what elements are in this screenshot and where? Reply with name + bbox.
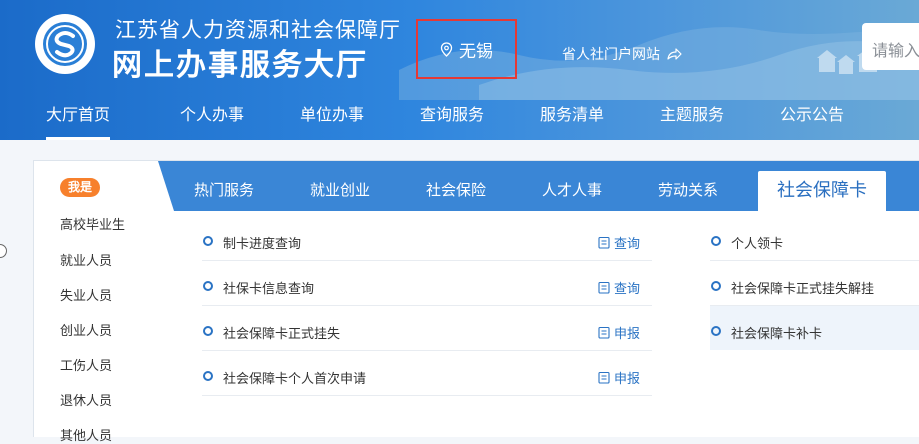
sidebar-item-others[interactable]: 其他人员 <box>60 425 112 444</box>
location-label: 无锡 <box>459 41 493 62</box>
form-icon <box>598 236 610 249</box>
nav-item-notice[interactable]: 公示公告 <box>780 95 844 140</box>
bullet-icon <box>203 281 213 291</box>
form-icon <box>598 281 610 294</box>
i-am-badge: 我是 <box>60 178 100 197</box>
query-action-label: 查询 <box>614 237 641 252</box>
sidebar-item-employed[interactable]: 就业人员 <box>60 250 112 269</box>
query-action-label: 查询 <box>614 282 641 297</box>
apply-action-1[interactable]: 申报 <box>598 323 640 342</box>
user-type-sidebar: 我是 高校毕业生 就业人员 失业人员 创业人员 工伤人员 退休人员 其他人员 <box>34 161 158 444</box>
apply-action-label: 申报 <box>614 372 641 387</box>
tab-employment[interactable]: 就业创业 <box>310 179 370 200</box>
tab-social-security-card[interactable]: 社会保障卡 <box>758 171 886 212</box>
service-card-cancel-loss[interactable]: 社会保障卡正式挂失解挂 <box>731 278 874 297</box>
row-divider <box>202 395 652 396</box>
query-action-1[interactable]: 查询 <box>598 233 640 252</box>
service-panel: 我是 高校毕业生 就业人员 失业人员 创业人员 工伤人员 退休人员 其他人员 热… <box>33 160 919 444</box>
bullet-icon <box>203 236 213 246</box>
row-divider <box>202 260 652 261</box>
service-card-progress-query[interactable]: 制卡进度查询 <box>223 233 301 252</box>
service-card-info-query[interactable]: 社保卡信息查询 <box>223 278 314 297</box>
row-divider <box>202 305 652 306</box>
social-security-logo-icon <box>46 25 84 63</box>
edge-handle-icon <box>0 244 7 258</box>
hall-name: 网上办事服务大厅 <box>112 48 368 83</box>
service-card-pickup[interactable]: 个人领卡 <box>731 233 783 252</box>
row-divider <box>710 260 919 261</box>
site-header: 江苏省人力资源和社会保障厅 网上办事服务大厅 无锡 省人社门户网站 请输入 大厅… <box>0 0 919 140</box>
sidebar-item-retired[interactable]: 退休人员 <box>60 390 112 409</box>
nav-item-theme[interactable]: 主题服务 <box>660 95 724 140</box>
bullet-icon <box>711 236 721 246</box>
nav-item-personal[interactable]: 个人办事 <box>180 95 244 140</box>
nav-item-home[interactable]: 大厅首页 <box>46 95 111 140</box>
form-icon <box>598 371 610 384</box>
query-action-2[interactable]: 查询 <box>598 278 640 297</box>
bullet-icon <box>203 326 213 336</box>
nav-item-query[interactable]: 查询服务 <box>420 95 484 140</box>
sidebar-item-injured[interactable]: 工伤人员 <box>60 355 112 374</box>
search-input[interactable]: 请输入 <box>862 23 919 70</box>
bullet-icon <box>711 326 721 336</box>
portal-link-label: 省人社门户网站 <box>562 47 660 63</box>
location-pin-icon <box>440 41 453 57</box>
location-selector[interactable]: 无锡 <box>416 19 517 79</box>
tab-social-insurance[interactable]: 社会保险 <box>426 179 486 200</box>
bullet-icon <box>711 281 721 291</box>
tab-labor-relations[interactable]: 劳动关系 <box>658 179 718 200</box>
sidebar-item-unemployed[interactable]: 失业人员 <box>60 285 112 304</box>
service-card-replacement[interactable]: 社会保障卡补卡 <box>731 323 822 342</box>
apply-action-2[interactable]: 申报 <box>598 368 640 387</box>
tab-hot-services[interactable]: 热门服务 <box>194 179 254 200</box>
form-icon <box>598 326 610 339</box>
nav-item-service-list[interactable]: 服务清单 <box>540 95 604 140</box>
tab-talent[interactable]: 人才人事 <box>542 179 602 200</box>
share-arrow-icon <box>667 48 682 60</box>
nav-item-company[interactable]: 单位办事 <box>300 95 364 140</box>
search-placeholder: 请输入 <box>872 41 919 60</box>
main-nav: 大厅首页 个人办事 单位办事 查询服务 服务清单 主题服务 公示公告 <box>0 95 919 140</box>
bullet-icon <box>203 371 213 381</box>
portal-link[interactable]: 省人社门户网站 <box>562 44 682 64</box>
apply-action-label: 申报 <box>614 327 641 342</box>
sidebar-item-entrepreneurs[interactable]: 创业人员 <box>60 320 112 339</box>
sidebar-item-graduates[interactable]: 高校毕业生 <box>60 214 125 233</box>
service-card-first-application[interactable]: 社会保障卡个人首次申请 <box>223 368 366 387</box>
row-divider <box>202 350 652 351</box>
service-card-report-loss[interactable]: 社会保障卡正式挂失 <box>223 323 340 342</box>
site-logo[interactable] <box>35 14 95 74</box>
